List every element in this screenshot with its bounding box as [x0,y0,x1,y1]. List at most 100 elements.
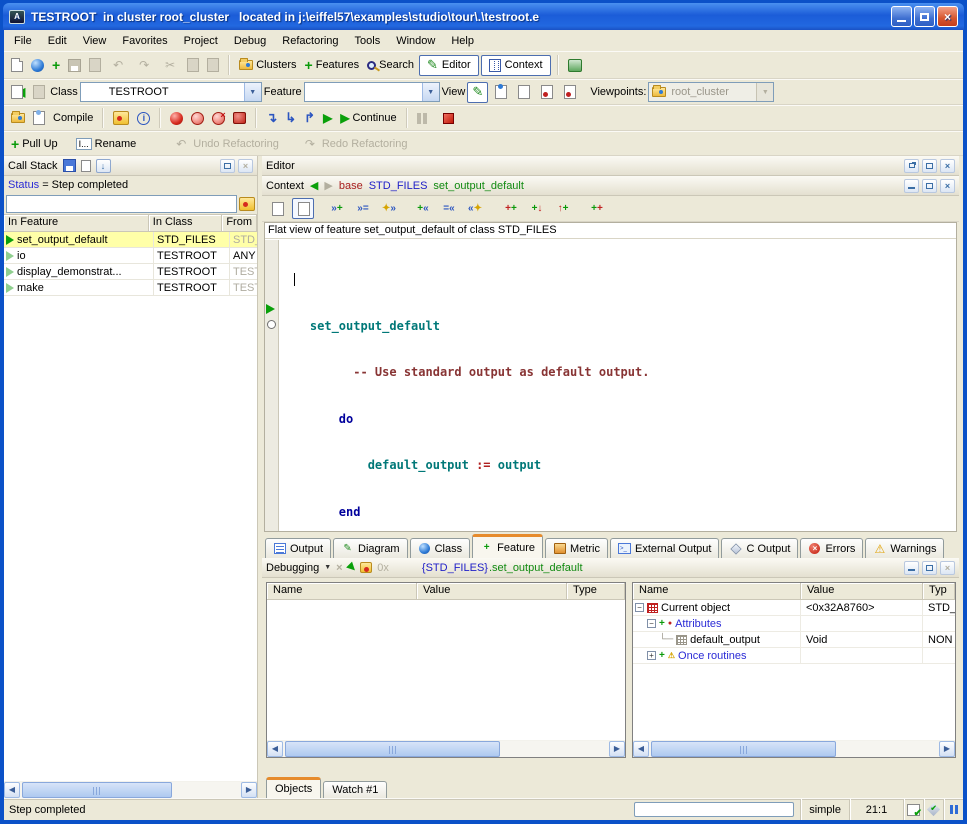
step-out-button[interactable]: ↱ [301,108,318,128]
title-bar[interactable]: A TESTROOT in cluster root_cluster locat… [3,3,964,30]
pull-up-button[interactable]: + Pull Up [8,136,61,152]
editor-view[interactable]: Flat view of feature set_output_default … [264,222,957,532]
tab-external-output[interactable]: >_External Output [610,538,719,558]
menu-view[interactable]: View [75,33,115,49]
exception-note-icon[interactable] [239,197,255,211]
step-into-button[interactable]: ↳ [282,108,299,128]
editor-title-bar[interactable]: Editor × [262,156,959,176]
menu-window[interactable]: Window [388,33,443,49]
menu-edit[interactable]: Edit [40,33,75,49]
copy-button[interactable] [184,56,202,74]
disable-breakpoints-button[interactable] [188,110,207,127]
minimize-button[interactable] [891,6,912,27]
breadcrumb-class[interactable]: STD_FILES [369,180,428,192]
tab-warnings[interactable]: ⚠Warnings [865,538,944,558]
feature-combobox[interactable]: ▼ [304,82,440,102]
features-button[interactable]: + Features [302,57,363,73]
debugging-title-bar[interactable]: Debugging ▼ × ▶ 0x {STD_FILES}.set_outpu… [262,558,959,578]
scroll-left-arrow-icon[interactable]: ◀ [633,741,649,757]
stop-button[interactable] [440,111,457,126]
undo-button[interactable]: ↶ [106,55,130,76]
scroll-left-arrow-icon[interactable]: ◀ [267,741,283,757]
paste-button[interactable] [204,56,222,74]
debugging-close-button[interactable]: × [940,561,955,575]
class-combobox[interactable]: TESTROOT ▼ [80,82,262,102]
context-toggle-button[interactable]: Context [481,55,551,76]
tab-feature[interactable]: +Feature [472,534,543,558]
modified-state-cell[interactable] [903,799,923,820]
call-stack-save-icon[interactable] [63,159,76,172]
save-button[interactable] [65,57,84,74]
callees-button[interactable]: +« [412,198,434,219]
breadcrumb-feature[interactable]: set_output_default [433,180,524,192]
objects-header[interactable]: Name Value Typ [633,583,955,600]
call-stack-maximize-button[interactable] [220,159,235,173]
redo-refactoring-button[interactable]: ↷ Redo Refactoring [298,133,411,154]
debugging-dropdown-icon[interactable]: ▼ [324,564,331,571]
tab-diagram[interactable]: ✎Diagram [333,538,408,558]
history-back-button[interactable]: ◀ [8,83,28,101]
creators-button[interactable]: ✦» [378,198,400,219]
menu-favorites[interactable]: Favorites [114,33,175,49]
external-editor-button[interactable] [565,57,585,74]
editor-maximize-button[interactable] [922,159,937,173]
new-document-button[interactable] [8,56,26,74]
tab-objects[interactable]: Objects [266,777,321,798]
class-combo-dropdown[interactable]: ▼ [244,83,261,101]
collapse-icon[interactable]: − [647,619,656,628]
note-icon[interactable] [360,562,372,573]
tab-errors[interactable]: ×Errors [800,538,863,558]
call-stack-close-button[interactable]: × [238,159,253,173]
implementers-button[interactable]: ++ [586,198,608,219]
call-stack-copy-icon[interactable] [81,160,91,172]
context-forward-icon[interactable]: ▶ [324,179,332,192]
scroll-right-arrow-icon[interactable]: ▶ [609,741,625,757]
object-tree-row[interactable]: −+●Attributes [633,616,955,632]
editor-gutter[interactable] [265,240,279,531]
scroll-right-arrow-icon[interactable]: ▶ [241,782,257,798]
object-tree-row[interactable]: −Current object <0x32A8760> STD_ [633,600,955,616]
call-stack-header[interactable]: In Feature In Class From [4,215,257,232]
continue-button[interactable]: ▶ Continue [337,109,399,127]
call-stack-row[interactable]: set_output_default STD_FILES STD_ [4,232,257,248]
menu-project[interactable]: Project [176,33,226,49]
info-button[interactable]: i [134,110,153,127]
step-over-button[interactable]: ↴ [263,108,280,128]
open-project-settings-button[interactable] [8,111,28,125]
context-maximize-button[interactable] [922,179,937,193]
clusters-button[interactable]: Clusters [236,57,299,73]
add-button[interactable]: + [49,57,63,73]
ancestor-versions-button[interactable]: ++ [500,198,522,219]
editor-restore-button[interactable] [904,159,919,173]
view-clickable-button[interactable] [513,82,534,103]
view-interface-button[interactable] [559,82,580,103]
debugging-minimize-button[interactable] [904,561,919,575]
enable-breakpoints-button[interactable] [167,110,186,127]
context-close-button[interactable]: × [940,179,955,193]
attach-arrow-icon[interactable]: ▶ [345,561,358,574]
call-stack-row[interactable]: display_demonstrat... TESTROOT TEST [4,264,257,280]
hex-toggle[interactable]: 0x [377,562,389,574]
cut-button[interactable]: ✂ [158,55,182,76]
menu-file[interactable]: File [6,33,40,49]
collapse-icon[interactable]: − [635,603,644,612]
remove-breakpoints-button[interactable]: × [209,110,228,127]
context-back-icon[interactable]: ◀ [310,179,318,192]
debugging-maximize-button[interactable] [922,561,937,575]
code-area[interactable]: set_output_default -- Use standard outpu… [281,241,954,529]
call-stack-title-bar[interactable]: Call Stack ↓ × [4,156,257,176]
scroll-right-arrow-icon[interactable]: ▶ [939,741,955,757]
locals-hscrollbar[interactable]: ◀ ▶ [267,740,625,757]
created-button[interactable]: «✦ [464,198,486,219]
debugger-state-cell[interactable] [943,799,963,820]
feature-combo-dropdown[interactable]: ▼ [422,83,439,101]
breakpoints-window-button[interactable] [230,110,249,126]
col-in-class[interactable]: In Class [149,215,223,231]
save-all-button[interactable] [86,56,104,74]
tab-class[interactable]: Class [410,538,471,558]
call-stack-row[interactable]: make TESTROOT TEST [4,280,257,296]
object-tree-row[interactable]: └─default_output Void NON [633,632,955,648]
view-flat-button[interactable] [536,82,557,103]
scroll-left-arrow-icon[interactable]: ◀ [4,782,20,798]
debugging-close-tool-icon[interactable]: × [336,562,342,574]
